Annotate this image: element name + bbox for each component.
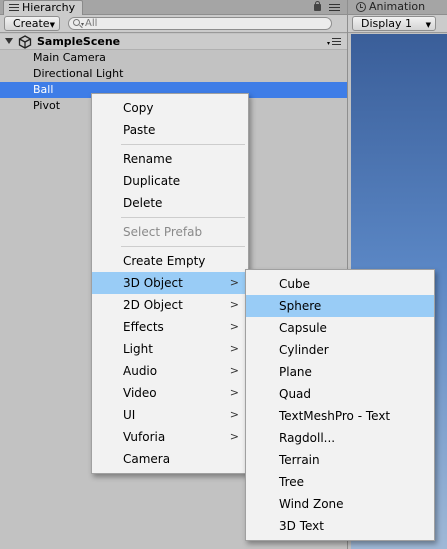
menu-item-camera[interactable]: Camera xyxy=(92,448,248,470)
search-field[interactable]: ▾ xyxy=(68,17,332,30)
search-input[interactable] xyxy=(85,18,325,29)
menu-item-label: 2D Object xyxy=(123,298,183,312)
submenu-arrow-icon: > xyxy=(229,430,239,443)
animation-tab[interactable]: Animation xyxy=(351,0,447,15)
display-label: Display 1 xyxy=(361,17,413,30)
menu-item-2d-object[interactable]: 2D Object > xyxy=(92,294,248,316)
menu-item-paste[interactable]: Paste xyxy=(92,119,248,141)
game-toolbar: Display 1 ▼ xyxy=(348,15,447,33)
submenu-arrow-icon: > xyxy=(229,276,239,289)
hierarchy-item-label: Ball xyxy=(33,83,54,96)
submenu-item-wind-zone[interactable]: Wind Zone xyxy=(246,493,434,515)
menu-item-rename[interactable]: Rename xyxy=(92,148,248,170)
hierarchy-item-directional-light[interactable]: Directional Light xyxy=(0,66,347,82)
submenu-item-plane[interactable]: Plane xyxy=(246,361,434,383)
menu-item-duplicate[interactable]: Duplicate xyxy=(92,170,248,192)
menu-item-3d-object[interactable]: 3D Object > xyxy=(92,272,248,294)
create-dropdown-button[interactable]: Create ▼ xyxy=(4,16,60,31)
hierarchy-item-label: Directional Light xyxy=(33,67,124,80)
menu-item-audio[interactable]: Audio > xyxy=(92,360,248,382)
menu-item-select-prefab: Select Prefab xyxy=(123,225,203,239)
hierarchy-item-label: Pivot xyxy=(33,99,61,112)
menu-item-label: Audio xyxy=(123,364,158,378)
scene-row[interactable]: SampleScene ▾ xyxy=(0,34,347,50)
menu-item-label: UI xyxy=(123,408,136,422)
menu-item-ui[interactable]: UI > xyxy=(92,404,248,426)
foldout-arrow-icon[interactable] xyxy=(5,38,13,44)
hierarchy-item-main-camera[interactable]: Main Camera xyxy=(0,50,347,66)
menu-separator xyxy=(121,217,245,218)
submenu-item-3d-text[interactable]: 3D Text xyxy=(246,515,434,537)
hierarchy-list-icon xyxy=(9,4,19,12)
3d-object-submenu: Cube Sphere Capsule Cylinder Plane Quad … xyxy=(245,269,435,541)
menu-item-copy[interactable]: Copy xyxy=(92,97,248,119)
display-select[interactable]: Display 1 ▼ xyxy=(352,16,436,31)
submenu-item-sphere[interactable]: Sphere xyxy=(246,295,434,317)
submenu-arrow-icon: > xyxy=(229,298,239,311)
submenu-arrow-icon: > xyxy=(229,364,239,377)
submenu-item-ragdoll[interactable]: Ragdoll... xyxy=(246,427,434,449)
menu-item-delete[interactable]: Delete xyxy=(92,192,248,214)
submenu-item-terrain[interactable]: Terrain xyxy=(246,449,434,471)
menu-item-light[interactable]: Light > xyxy=(92,338,248,360)
create-label: Create xyxy=(13,17,50,30)
unity-scene-icon xyxy=(18,35,32,49)
menu-item-label: Video xyxy=(123,386,157,400)
menu-item-label: Vuforia xyxy=(123,430,166,444)
game-tabstrip: Animation xyxy=(348,0,447,15)
menu-item-video[interactable]: Video > xyxy=(92,382,248,404)
submenu-item-cube[interactable]: Cube xyxy=(246,273,434,295)
hierarchy-tabstrip: Hierarchy xyxy=(0,0,347,15)
hierarchy-item-label: Main Camera xyxy=(33,51,106,64)
menu-item-effects[interactable]: Effects > xyxy=(92,316,248,338)
menu-item-label: Light xyxy=(123,342,153,356)
submenu-item-quad[interactable]: Quad xyxy=(246,383,434,405)
submenu-arrow-icon: > xyxy=(229,342,239,355)
submenu-item-textmeshpro-text[interactable]: TextMeshPro - Text xyxy=(246,405,434,427)
caret-down-icon: ▼ xyxy=(49,21,55,29)
submenu-arrow-icon: > xyxy=(229,408,239,421)
menu-item-label: 3D Object xyxy=(123,276,183,290)
submenu-item-capsule[interactable]: Capsule xyxy=(246,317,434,339)
scene-options-icon[interactable]: ▾ xyxy=(327,38,341,47)
submenu-arrow-icon: > xyxy=(229,386,239,399)
panel-menu-icon[interactable] xyxy=(329,4,340,12)
submenu-item-cylinder[interactable]: Cylinder xyxy=(246,339,434,361)
hierarchy-toolbar: Create ▼ ▾ xyxy=(0,15,347,33)
submenu-arrow-icon: > xyxy=(229,320,239,333)
lock-icon[interactable] xyxy=(314,1,321,11)
clock-icon xyxy=(356,2,366,12)
hierarchy-tab-label: Hierarchy xyxy=(22,1,76,14)
menu-item-create-empty[interactable]: Create Empty xyxy=(92,250,248,272)
search-icon xyxy=(73,19,80,26)
animation-tab-label: Animation xyxy=(369,0,426,13)
menu-item-label: Effects xyxy=(123,320,164,334)
scene-name: SampleScene xyxy=(37,35,121,48)
caret-down-icon: ▼ xyxy=(425,21,431,29)
search-dropdown-icon[interactable]: ▾ xyxy=(81,21,84,28)
hierarchy-tab[interactable]: Hierarchy xyxy=(3,0,83,15)
menu-separator xyxy=(121,144,245,145)
context-menu: Copy Paste Rename Duplicate Delete Selec… xyxy=(91,93,249,474)
menu-item-vuforia[interactable]: Vuforia > xyxy=(92,426,248,448)
submenu-item-tree[interactable]: Tree xyxy=(246,471,434,493)
menu-separator xyxy=(121,246,245,247)
